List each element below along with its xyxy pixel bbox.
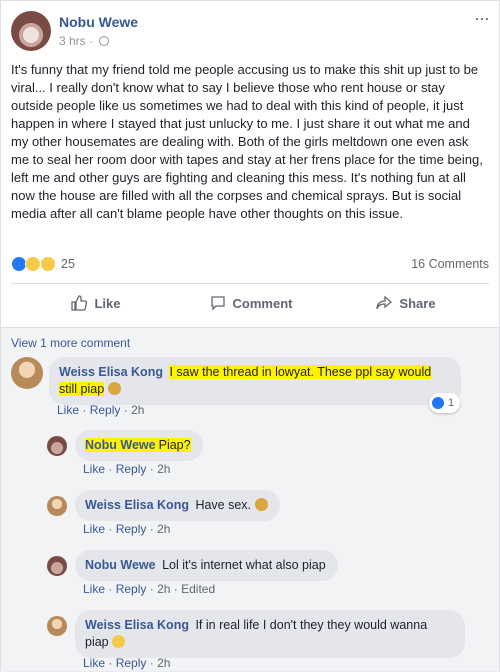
comment-actions: Like · Reply · 2h: [57, 403, 144, 417]
share-button[interactable]: Share: [331, 285, 481, 321]
action-separator: ·: [108, 522, 113, 536]
action-separator: ·: [108, 656, 113, 670]
thumbs-up-icon: [71, 295, 88, 311]
post-header: Nobu Wewe 3 hrs · ···: [11, 9, 490, 55]
comment-like-link[interactable]: Like: [57, 403, 79, 417]
view-more-comments-link[interactable]: View 1 more comment: [11, 336, 130, 350]
comment-bubble: Weiss Elisa Kong I saw the thread in low…: [49, 357, 461, 405]
comment-button-label: Comment: [232, 295, 293, 311]
comment-actions: Like · Reply · 2h · Edited: [83, 582, 215, 596]
comment-reply-link[interactable]: Reply: [116, 582, 147, 596]
comment-author[interactable]: Weiss Elisa Kong: [59, 365, 163, 379]
commenter-avatar[interactable]: [47, 556, 67, 576]
comment-time[interactable]: 2h: [131, 403, 144, 417]
action-separator: ·: [123, 403, 128, 417]
post-body-text: It's funny that my friend told me people…: [11, 62, 483, 221]
commenter-avatar[interactable]: [47, 496, 67, 516]
meta-separator: ·: [89, 34, 94, 48]
reply: Nobu Wewe Lol it's internet what also pi…: [47, 548, 487, 600]
comment-reaction-badge[interactable]: 1: [429, 393, 461, 413]
reaction-icons[interactable]: [11, 256, 56, 274]
comment-time[interactable]: 2h: [157, 462, 170, 476]
comment-actions: Like · Reply · 2h: [83, 522, 170, 536]
comments-count[interactable]: 16 Comments: [411, 257, 489, 271]
comment-button[interactable]: Comment: [176, 285, 326, 321]
haha-icon: [39, 256, 56, 272]
comment-reply-link[interactable]: Reply: [90, 403, 121, 417]
comment-bubble: Nobu Wewe Piap?: [75, 430, 203, 461]
post-actions: Like Comment Share: [11, 285, 489, 321]
comment-text: Lol it's internet what also piap: [162, 558, 326, 572]
comment: Weiss Elisa Kong I saw the thread in low…: [11, 353, 491, 423]
globe-icon: [99, 36, 110, 46]
comment-bubble: Weiss Elisa Kong Have sex.: [75, 490, 280, 521]
person-emoji-icon: [254, 498, 268, 511]
comment-like-link[interactable]: Like: [83, 522, 105, 536]
post-author-name[interactable]: Nobu Wewe: [59, 14, 138, 30]
action-separator: ·: [149, 656, 154, 670]
actions-divider: [11, 283, 489, 284]
like-button-label: Like: [94, 295, 121, 311]
comment-author[interactable]: Weiss Elisa Kong: [85, 498, 189, 512]
more-options-icon[interactable]: ···: [474, 9, 490, 27]
commenter-avatar[interactable]: [11, 357, 43, 389]
comment-author[interactable]: Nobu Wewe: [85, 438, 156, 452]
comment-time[interactable]: 2h: [157, 582, 170, 596]
comment-like-link[interactable]: Like: [83, 462, 105, 476]
comments-section: View 1 more comment Weiss Elisa Kong I s…: [1, 327, 499, 671]
comment-reply-link[interactable]: Reply: [116, 656, 147, 670]
comment-text: Have sex.: [195, 498, 252, 512]
comment-time[interactable]: 2h: [157, 522, 170, 536]
reply: Nobu Wewe Piap? Like · Reply · 2h: [47, 428, 487, 480]
reactions-bar: 25 16 Comments: [11, 255, 489, 275]
reply: Weiss Elisa Kong If in real life I don't…: [47, 608, 487, 672]
share-button-label: Share: [399, 295, 436, 311]
post-time[interactable]: 3 hrs: [59, 34, 86, 48]
comment-like-link[interactable]: Like: [83, 656, 105, 670]
comment-time[interactable]: 2h: [157, 656, 170, 670]
post-meta: 3 hrs ·: [59, 34, 110, 48]
comment-actions: Like · Reply · 2h: [83, 462, 170, 476]
reply: Weiss Elisa Kong Have sex. Like · Reply …: [47, 488, 487, 540]
comment-author[interactable]: Weiss Elisa Kong: [85, 618, 189, 632]
comment-edited-link[interactable]: Edited: [181, 582, 215, 596]
comment-bubble: Weiss Elisa Kong If in real life I don't…: [75, 610, 465, 658]
woozy-face-emoji-icon: [112, 635, 126, 648]
commenter-avatar[interactable]: [47, 436, 67, 456]
commenter-avatar[interactable]: [47, 616, 67, 636]
comment-reaction-count: 1: [448, 397, 455, 409]
author-avatar[interactable]: [11, 11, 51, 51]
action-separator: ·: [108, 462, 113, 476]
share-arrow-icon: [376, 295, 393, 310]
action-separator: ·: [82, 403, 87, 417]
comment-reply-link[interactable]: Reply: [116, 522, 147, 536]
like-icon: [431, 396, 445, 410]
comment-text: Piap?: [158, 438, 191, 452]
comment-like-link[interactable]: Like: [83, 582, 105, 596]
comment-reply-link[interactable]: Reply: [116, 462, 147, 476]
action-separator: ·: [173, 582, 178, 596]
action-separator: ·: [149, 462, 154, 476]
action-separator: ·: [149, 522, 154, 536]
comment-author[interactable]: Nobu Wewe: [85, 558, 156, 572]
comment-actions: Like · Reply · 2h: [83, 656, 170, 670]
comment-icon: [210, 296, 225, 311]
like-button[interactable]: Like: [21, 285, 171, 321]
comment-bubble: Nobu Wewe Lol it's internet what also pi…: [75, 550, 338, 581]
post-card: Nobu Wewe 3 hrs · ··· It's funny that my…: [0, 0, 500, 671]
person-emoji-icon: [107, 382, 121, 395]
action-separator: ·: [108, 582, 113, 596]
reaction-count[interactable]: 25: [61, 257, 75, 271]
action-separator: ·: [149, 582, 154, 596]
